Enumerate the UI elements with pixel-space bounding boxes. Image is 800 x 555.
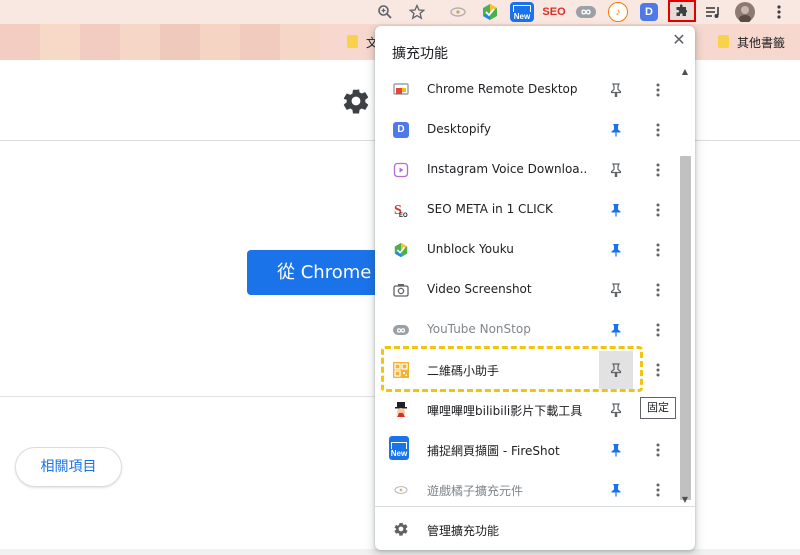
desktopify-badge: D	[645, 6, 653, 18]
blurred-bookmark	[40, 24, 80, 60]
svg-text:EO: EO	[399, 213, 408, 218]
extension-name: Instagram Voice Downloa...	[427, 162, 587, 176]
pinned-icon[interactable]	[607, 321, 625, 339]
scroll-thumb[interactable]	[680, 156, 691, 500]
youtube-nonstop-toolbar-icon[interactable]	[576, 6, 596, 18]
bookmark-star-icon[interactable]	[406, 1, 428, 23]
unblock-youku-icon	[393, 242, 409, 258]
extension-row[interactable]: S EO SEO META in 1 CLICK	[375, 190, 677, 230]
blurred-bookmark	[160, 24, 200, 60]
pin-icon[interactable]	[607, 81, 625, 99]
extensions-popup: 擴充功能 ✕ Chrome Remote Desktop D Desktopify I…	[375, 26, 695, 550]
reading-list-icon[interactable]	[702, 1, 724, 23]
bilibili-toolbar-icon[interactable]: ♪	[608, 2, 628, 22]
manage-extensions-item[interactable]: 管理擴充功能	[375, 516, 677, 546]
gamania-toolbar-icon[interactable]	[448, 2, 468, 22]
extension-row[interactable]: 遊戲橘子擴充元件	[375, 470, 677, 510]
pin-icon[interactable]	[607, 281, 625, 299]
related-items-button[interactable]: 相關項目	[15, 447, 122, 487]
zoom-icon[interactable]	[374, 1, 396, 23]
fireshot-toolbar-icon[interactable]: New	[510, 2, 534, 22]
extension-name: YouTube NonStop	[427, 322, 531, 336]
extension-row[interactable]: Chrome Remote Desktop	[375, 70, 677, 110]
blurred-bookmark	[200, 24, 240, 60]
more-options-icon[interactable]	[649, 161, 667, 179]
remote-desktop-icon	[393, 82, 409, 98]
extension-name: SEO META in 1 CLICK	[427, 202, 553, 216]
more-options-icon[interactable]	[649, 121, 667, 139]
seo-meta-icon: S EO	[393, 202, 409, 218]
extension-name: 嗶哩嗶哩bilibili影片下載工具	[427, 404, 583, 418]
pinned-icon[interactable]	[607, 441, 625, 459]
gamania-icon	[393, 482, 409, 498]
pin-icon[interactable]	[607, 161, 625, 179]
extension-row[interactable]: YouTube NonStop	[375, 310, 677, 350]
youtube-nonstop-icon	[393, 322, 409, 338]
browser-toolbar: New SEO ♪ D	[0, 0, 800, 24]
scroll-up-icon[interactable]: ▲	[678, 66, 692, 78]
extension-row[interactable]: Unblock Youku	[375, 230, 677, 270]
extension-row[interactable]: Instagram Voice Downloa...	[375, 150, 677, 190]
more-options-icon[interactable]	[649, 481, 667, 499]
pinned-icon[interactable]	[607, 241, 625, 259]
extension-row[interactable]: Video Screenshot	[375, 270, 677, 310]
more-options-icon[interactable]	[649, 201, 667, 219]
desktopify-toolbar-icon[interactable]: D	[640, 3, 658, 21]
more-options-icon[interactable]	[649, 281, 667, 299]
camera-icon	[393, 282, 409, 298]
seo-toolbar-icon[interactable]: SEO	[542, 2, 566, 22]
manage-extensions-label: 管理擴充功能	[427, 524, 500, 538]
more-options-icon[interactable]	[649, 441, 667, 459]
more-menu-icon[interactable]	[768, 1, 790, 23]
desktopify-icon: D	[393, 122, 409, 138]
unblock-youku-toolbar-icon[interactable]	[480, 2, 500, 22]
extensions-puzzle-button[interactable]	[668, 0, 696, 22]
section-divider	[0, 396, 380, 397]
blurred-bookmark	[0, 24, 40, 60]
extension-name: Chrome Remote Desktop	[427, 82, 578, 96]
extension-row[interactable]: D Desktopify	[375, 110, 677, 150]
more-options-icon[interactable]	[649, 321, 667, 339]
extension-name: 捕捉網頁擷圖 - FireShot	[427, 444, 560, 458]
puzzle-icon	[676, 4, 688, 16]
extension-name: 遊戲橘子擴充元件	[427, 484, 524, 498]
other-bookmarks[interactable]: 其他書籤	[737, 34, 785, 51]
pin-tooltip: 固定	[640, 397, 676, 419]
more-options-icon[interactable]	[649, 361, 667, 379]
highlight-annotation	[381, 346, 643, 392]
extension-row[interactable]: 嗶哩嗶哩bilibili影片下載工具	[375, 390, 677, 430]
blurred-bookmark	[240, 24, 280, 60]
gear-icon	[394, 522, 408, 536]
new-badge: New	[513, 12, 531, 21]
close-icon[interactable]: ✕	[669, 30, 689, 50]
pinned-icon[interactable]	[607, 201, 625, 219]
avatar[interactable]	[734, 1, 756, 23]
popup-scrollbar[interactable]: ▲ ▼	[678, 64, 692, 506]
extension-name: Video Screenshot	[427, 282, 532, 296]
more-options-icon[interactable]	[649, 241, 667, 259]
blurred-bookmark	[120, 24, 160, 60]
popup-title: 擴充功能	[392, 46, 448, 62]
pinned-icon[interactable]	[607, 121, 625, 139]
pinned-icon[interactable]	[607, 481, 625, 499]
scroll-down-icon[interactable]: ▼	[678, 494, 692, 506]
settings-gear-icon[interactable]	[341, 86, 371, 116]
extension-name: Unblock Youku	[427, 242, 514, 256]
pin-icon[interactable]	[607, 401, 625, 419]
seo-badge: SEO	[542, 6, 566, 18]
instagram-voice-icon	[393, 162, 409, 178]
blurred-bookmark	[80, 24, 120, 60]
fireshot-icon: New	[389, 436, 409, 460]
blurred-bookmark	[280, 24, 320, 60]
chrome-cta-button[interactable]: 從 Chrome 線	[247, 250, 387, 295]
folder-icon	[347, 35, 358, 48]
folder-icon	[718, 35, 729, 48]
extension-row[interactable]: New 捕捉網頁擷圖 - FireShot	[375, 430, 677, 470]
bilibili-icon	[393, 402, 409, 418]
popup-divider	[375, 506, 695, 507]
more-options-icon[interactable]	[649, 81, 667, 99]
extension-name: Desktopify	[427, 122, 491, 136]
